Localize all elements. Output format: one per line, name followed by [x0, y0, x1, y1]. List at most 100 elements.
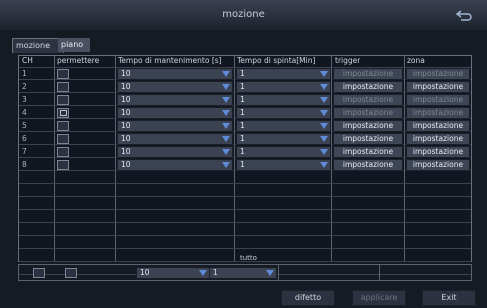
header-trigger: trigger [335, 56, 361, 65]
channel-number: 3 [22, 95, 27, 104]
enable-checkbox[interactable] [57, 121, 69, 131]
chevron-down-icon [320, 149, 328, 155]
header-tempo-mantenimento: Tempo di mantenimento [s] [118, 56, 222, 65]
hold-time-select[interactable]: 10 [117, 146, 233, 158]
enable-checkbox[interactable] [57, 134, 69, 144]
push-time-select[interactable]: 1 [236, 81, 331, 93]
trigger-settings-button[interactable]: impostazione [333, 94, 403, 106]
apply-button[interactable]: applicare [352, 290, 406, 306]
enable-checkbox[interactable] [57, 147, 69, 157]
trigger-settings-button[interactable]: impostazione [333, 159, 403, 171]
push-time-select[interactable]: 1 [236, 94, 331, 106]
hold-time-select[interactable]: 10 [117, 120, 233, 132]
chevron-down-icon [320, 123, 328, 129]
chevron-down-icon [320, 110, 328, 116]
zone-settings-button[interactable]: impostazione [406, 107, 470, 119]
header-permettere: permettere [57, 56, 100, 65]
hold-time-select[interactable]: 10 [117, 81, 233, 93]
push-time-select[interactable]: 1 [236, 107, 331, 119]
title-bar: mozione [0, 0, 487, 30]
push-time-value: 1 [240, 95, 245, 104]
hold-time-select[interactable]: 10 [117, 133, 233, 145]
row-divider [19, 235, 471, 236]
push-time-value: 1 [240, 108, 245, 117]
row-divider [19, 248, 471, 249]
tutto-row: 10 1 [18, 264, 472, 281]
enable-checkbox[interactable] [57, 95, 69, 105]
motion-window: mozione mozione piano CH permettere Temp… [0, 0, 487, 308]
window-title: mozione [222, 9, 265, 20]
row-divider [19, 183, 471, 184]
enable-checkbox[interactable] [57, 69, 69, 79]
enable-checkbox[interactable] [57, 82, 69, 92]
table-row: 4 10 1 impostazione impostazione [19, 107, 471, 119]
hold-time-value: 10 [121, 69, 131, 78]
push-time-select[interactable]: 1 [236, 133, 331, 145]
chevron-down-icon [222, 136, 230, 142]
tutto-hold-select[interactable]: 10 [136, 267, 210, 279]
hold-time-select[interactable]: 10 [117, 94, 233, 106]
channel-number: 5 [22, 121, 27, 130]
chevron-down-icon [222, 71, 230, 77]
tutto-ch-checkbox[interactable] [33, 268, 45, 278]
hold-time-value: 10 [121, 147, 131, 156]
default-button[interactable]: difetto [281, 290, 335, 306]
push-time-value: 1 [240, 147, 245, 156]
zone-settings-button[interactable]: impostazione [406, 133, 470, 145]
channel-number: 8 [22, 160, 27, 169]
chevron-down-icon [222, 162, 230, 168]
hold-time-value: 10 [121, 134, 131, 143]
exit-button[interactable]: Exit [422, 290, 476, 306]
divider [379, 265, 380, 280]
tab-piano[interactable]: piano [58, 38, 90, 52]
back-icon[interactable] [455, 8, 473, 22]
enable-checkbox[interactable] [57, 108, 69, 118]
tutto-enable-checkbox[interactable] [65, 268, 77, 278]
chevron-down-icon [320, 136, 328, 142]
channel-number: 7 [22, 147, 27, 156]
push-time-select[interactable]: 1 [236, 159, 331, 171]
push-time-value: 1 [240, 69, 245, 78]
trigger-settings-button[interactable]: impostazione [333, 120, 403, 132]
hold-time-select[interactable]: 10 [117, 159, 233, 171]
chevron-down-icon [199, 270, 207, 276]
chevron-down-icon [222, 149, 230, 155]
trigger-settings-button[interactable]: impostazione [333, 133, 403, 145]
zone-settings-button[interactable]: impostazione [406, 81, 470, 93]
tab-mozione[interactable]: mozione [12, 38, 64, 53]
trigger-settings-button[interactable]: impostazione [333, 146, 403, 158]
header-tempo-spinta: Tempo di spinta[Min] [237, 56, 316, 65]
enable-checkbox[interactable] [57, 160, 69, 170]
zone-settings-button[interactable]: impostazione [406, 146, 470, 158]
trigger-settings-button[interactable]: impostazione [333, 68, 403, 80]
push-time-select[interactable]: 1 [236, 68, 331, 80]
zone-settings-button[interactable]: impostazione [406, 68, 470, 80]
hold-time-select[interactable]: 10 [117, 68, 233, 80]
divider [278, 265, 279, 280]
tutto-push-select[interactable]: 1 [209, 267, 277, 279]
trigger-settings-button[interactable]: impostazione [333, 107, 403, 119]
channel-number: 4 [22, 108, 27, 117]
channel-number: 6 [22, 134, 27, 143]
hold-time-value: 10 [121, 95, 131, 104]
push-time-select[interactable]: 1 [236, 146, 331, 158]
table-row: 8 10 1 impostazione impostazione [19, 159, 471, 171]
chevron-down-icon [320, 162, 328, 168]
zone-settings-button[interactable]: impostazione [406, 159, 470, 171]
channel-number: 1 [22, 69, 27, 78]
trigger-settings-button[interactable]: impostazione [333, 81, 403, 93]
header-ch: CH [22, 56, 33, 65]
chevron-down-icon [222, 97, 230, 103]
row-divider [19, 196, 471, 197]
push-time-value: 1 [240, 134, 245, 143]
hold-time-value: 10 [121, 160, 131, 169]
table-row: 6 10 1 impostazione impostazione [19, 133, 471, 145]
table-row: 1 10 1 impostazione impostazione [19, 68, 471, 80]
zone-settings-button[interactable]: impostazione [406, 94, 470, 106]
tutto-hold-value: 10 [140, 268, 150, 277]
zone-settings-button[interactable]: impostazione [406, 120, 470, 132]
hold-time-value: 10 [121, 82, 131, 91]
chevron-down-icon [320, 97, 328, 103]
push-time-select[interactable]: 1 [236, 120, 331, 132]
hold-time-select[interactable]: 10 [117, 107, 233, 119]
